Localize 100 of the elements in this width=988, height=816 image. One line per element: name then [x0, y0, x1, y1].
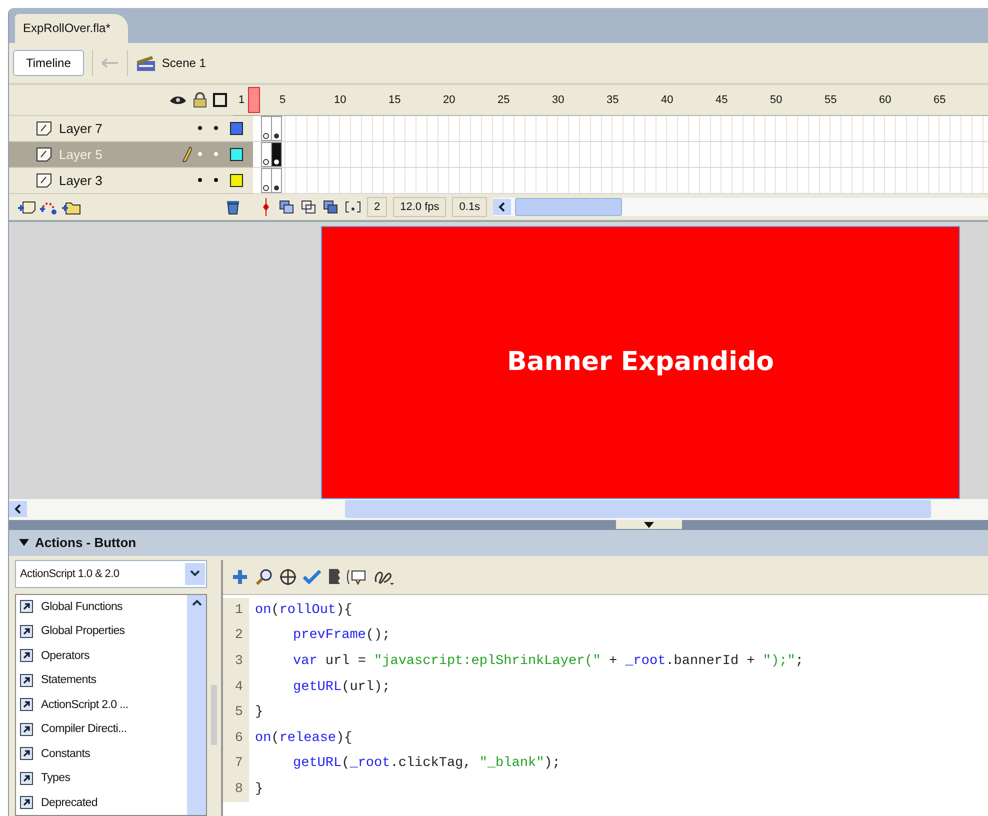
frame-rate-field[interactable]: 12.0 fps	[393, 196, 446, 217]
lock-dot[interactable]	[214, 152, 218, 156]
layer-row[interactable]: Layer 3	[9, 168, 253, 194]
visibility-dot[interactable]	[198, 126, 202, 130]
target-icon[interactable]	[279, 568, 297, 586]
onion-skin-icon[interactable]	[279, 200, 295, 214]
clapperboard-icon	[136, 54, 156, 72]
toolbox-item[interactable]: Deprecated	[41, 796, 98, 809]
line-number: 5	[223, 700, 249, 726]
lock-dot[interactable]	[214, 126, 218, 130]
book-icon	[20, 600, 33, 614]
marker-range-icon[interactable]	[345, 200, 361, 214]
book-icon	[20, 624, 33, 638]
checkmark-icon[interactable]	[303, 570, 321, 584]
layer-name: Layer 5	[58, 146, 104, 162]
document-tab[interactable]: ExpRollOver.fla*	[15, 14, 128, 44]
code-line: on(release){	[254, 730, 352, 746]
toolbox-item[interactable]: Global Properties	[41, 625, 125, 638]
code-line: }	[254, 705, 264, 720]
line-number: 4	[223, 674, 249, 700]
layer-page-icon	[35, 172, 53, 188]
code-line: var url = "javascript:eplShrinkLayer(" + _root.bannerId + ");";	[292, 654, 804, 669]
scene-label[interactable]: Scene 1	[162, 56, 206, 70]
toolbox-item[interactable]: ActionScript 2.0 ...	[41, 698, 128, 711]
triangle-down-icon[interactable]	[19, 539, 29, 546]
frame-number: 1	[238, 94, 246, 106]
frame-number: 45	[716, 94, 729, 106]
horizontal-scrollbar[interactable]	[9, 498, 988, 520]
frame-number: 55	[824, 94, 838, 106]
onion-outline-icon[interactable]	[301, 200, 317, 214]
splitter-handle[interactable]	[211, 684, 217, 744]
panel-title: Actions - Button	[35, 535, 136, 550]
line-number: 1	[223, 598, 249, 624]
frame-number: 15	[388, 94, 402, 106]
line-number: 2	[223, 623, 249, 649]
trash-icon[interactable]	[225, 198, 241, 215]
lock-dot[interactable]	[214, 178, 218, 182]
book-icon	[20, 698, 33, 712]
frame-number: 5	[280, 94, 287, 106]
code-line: on(rollOut){	[254, 602, 352, 618]
book-icon	[20, 747, 33, 760]
code-line: getURL(_root.clickTag, "_blank");	[292, 756, 560, 772]
search-icon[interactable]	[255, 568, 273, 586]
horizontal-scrollbar[interactable]	[493, 198, 988, 216]
book-icon	[20, 796, 33, 810]
toolbox-item[interactable]: Statements	[41, 674, 96, 686]
chevron-down-icon	[190, 570, 200, 577]
frame-number: 50	[770, 94, 784, 106]
code-hint-icon[interactable]	[347, 568, 367, 586]
toolbox-item[interactable]: Operators	[41, 650, 90, 662]
vertical-scrollbar[interactable]	[187, 594, 206, 815]
scroll-up-icon[interactable]	[192, 598, 202, 606]
lock-icon	[192, 92, 206, 108]
eye-icon	[168, 94, 186, 106]
toolbox-item[interactable]: Constants	[41, 748, 90, 760]
line-number: 3	[223, 648, 249, 674]
new-layer-icon[interactable]	[17, 198, 37, 215]
triangle-down-icon	[644, 522, 654, 528]
frame-number: 35	[606, 94, 620, 106]
collapse-handle[interactable]	[616, 520, 682, 530]
layer-name: Layer 3	[58, 172, 104, 188]
banner-text: Banner Expandido	[506, 347, 774, 378]
visibility-dot[interactable]	[198, 152, 202, 156]
outline-color-swatch[interactable]	[230, 122, 243, 135]
frame-number: 65	[934, 94, 947, 106]
outline-square-icon	[212, 92, 226, 107]
visibility-dot[interactable]	[198, 178, 202, 182]
outline-color-swatch[interactable]	[230, 174, 243, 187]
frame-number: 40	[661, 94, 674, 106]
add-item-icon[interactable]	[231, 568, 249, 586]
language-dropdown[interactable]: ActionScript 1.0 & 2.0	[15, 560, 207, 588]
book-icon	[20, 649, 33, 662]
book-icon	[20, 722, 33, 736]
code-line: getURL(url);	[292, 680, 390, 695]
book-icon	[20, 674, 33, 687]
current-frame-field[interactable]: 2	[367, 196, 388, 217]
timeline-button[interactable]: Timeline	[13, 50, 84, 76]
frame-number: 25	[498, 94, 511, 106]
scroll-left-icon[interactable]	[14, 504, 22, 514]
toolbox-item[interactable]: Compiler Directi...	[41, 723, 127, 736]
edit-frames-icon[interactable]	[323, 200, 339, 214]
layer-page-icon	[35, 120, 53, 136]
elapsed-time-field[interactable]: 0.1s	[452, 196, 488, 217]
pencil-icon	[182, 146, 192, 162]
frame-number: 30	[552, 94, 566, 106]
line-number: 7	[223, 751, 249, 777]
playhead[interactable]	[248, 86, 260, 113]
layer-name: Layer 7	[58, 120, 104, 136]
code-line: prevFrame();	[292, 628, 390, 644]
frame-number: 60	[879, 94, 892, 106]
book-icon	[20, 772, 33, 785]
layer-page-icon	[35, 146, 53, 162]
scroll-left-icon[interactable]	[498, 202, 506, 212]
code-line: }	[254, 782, 264, 797]
toolbox-item[interactable]: Global Functions	[41, 600, 122, 613]
outline-color-swatch[interactable]	[230, 148, 243, 161]
line-number: 6	[223, 725, 249, 752]
frame-number: 20	[443, 94, 456, 106]
frame-number: 10	[334, 94, 348, 106]
toolbox-item[interactable]: Types	[41, 772, 70, 784]
